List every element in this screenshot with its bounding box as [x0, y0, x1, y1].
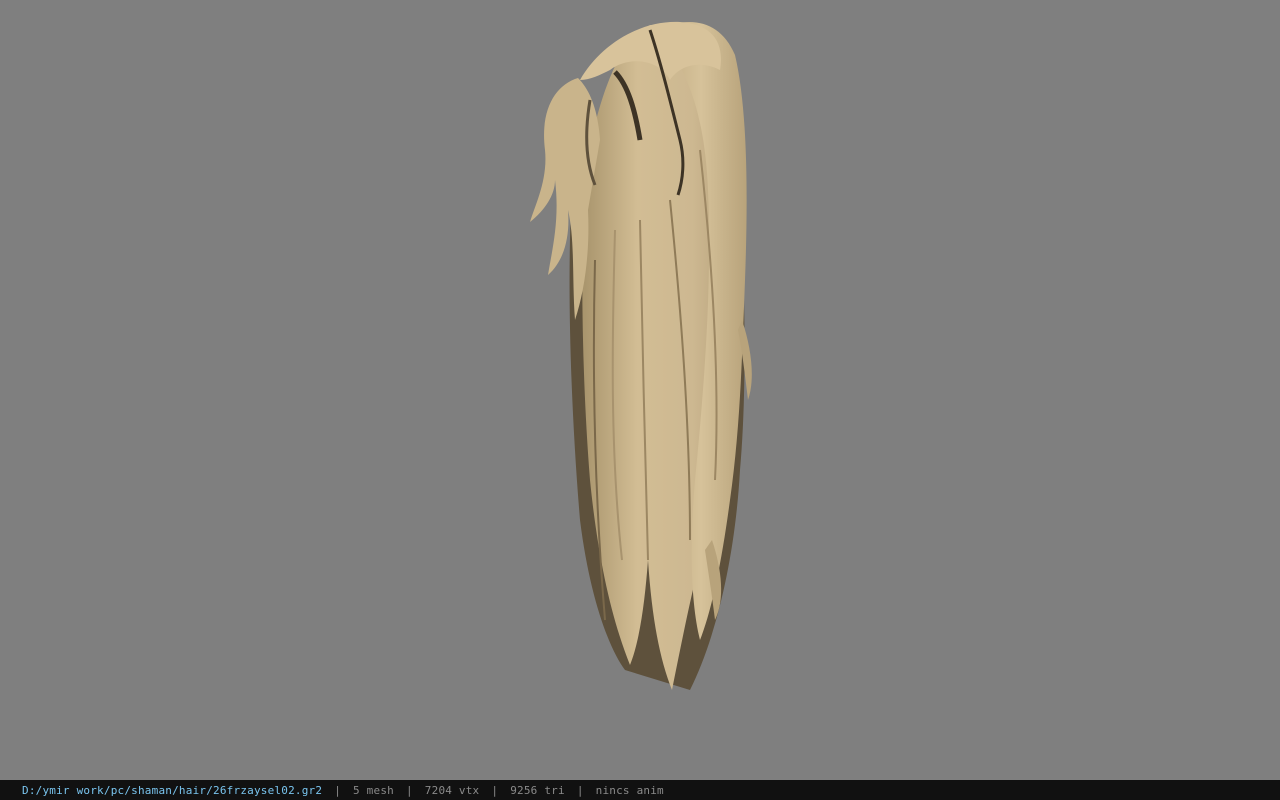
status-bar: D:/ymir work/pc/shaman/hair/26frzaysel02…: [0, 780, 1280, 800]
separator: |: [491, 783, 499, 797]
separator: |: [405, 783, 413, 797]
separator: |: [334, 783, 342, 797]
file-path: D:/ymir work/pc/shaman/hair/26frzaysel02…: [22, 783, 323, 797]
3d-viewport[interactable]: [0, 0, 1280, 780]
anim-status: nincs anim: [595, 783, 664, 797]
separator: |: [576, 783, 584, 797]
triangle-count: 9256 tri: [510, 783, 565, 797]
vertex-count: 7204 vtx: [424, 783, 480, 797]
mesh-count: 5 mesh: [353, 783, 394, 797]
hair-model-render[interactable]: [0, 0, 1280, 780]
